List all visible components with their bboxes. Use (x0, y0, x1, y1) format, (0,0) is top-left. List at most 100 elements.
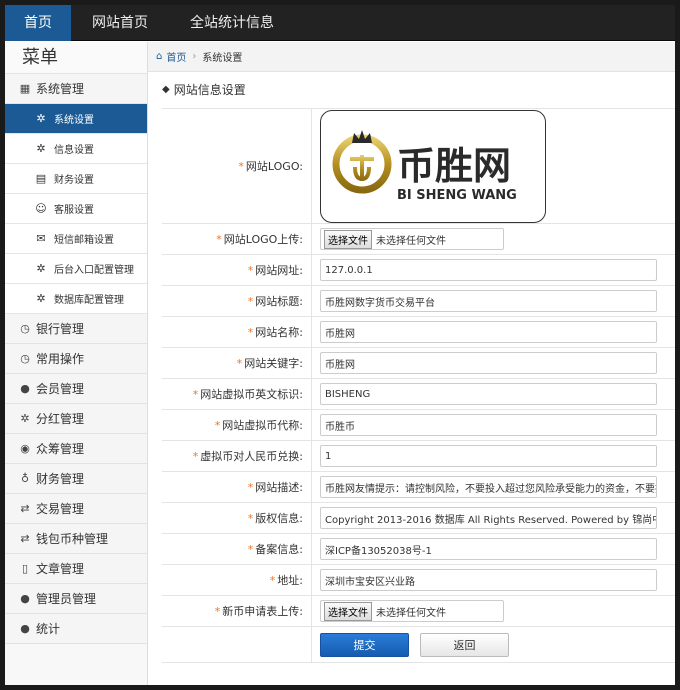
sidebar-group-label: 钱包币种管理 (36, 531, 109, 546)
address-input[interactable]: 深圳市宝安区兴业路 (320, 569, 657, 591)
settings-icon: ▦ (19, 81, 31, 95)
back-button[interactable]: 返回 (420, 632, 509, 657)
gear-icon: ✲ (36, 292, 46, 305)
sidebar-group-admins[interactable]: ● 管理员管理 (5, 584, 147, 614)
home-icon: ⌂ (156, 51, 163, 62)
form-label: * 网站网址: (162, 255, 312, 285)
sidebar-group-label: 常用操作 (36, 351, 85, 366)
sidebar-group-label: 分红管理 (36, 411, 85, 426)
coin-alias-input[interactable]: 币胜币 (320, 414, 657, 436)
site-name-input[interactable]: 币胜网 (320, 321, 657, 343)
form-label: * 网站LOGO: (162, 109, 312, 223)
sidebar-item-sms-email-settings[interactable]: ✉ 短信邮箱设置 (5, 224, 147, 254)
user-icon: ● (20, 591, 30, 605)
form-label: * 网站标题: (162, 286, 312, 316)
form-label: * 网站描述: (162, 472, 312, 502)
description-input[interactable]: 币胜网友情提示：请控制风险，不要投入超过您风险承受能力的资金，不要投资您所 (320, 476, 657, 498)
breadcrumb-home-link[interactable]: 首页 (166, 49, 186, 64)
sidebar-group-label: 文章管理 (36, 561, 85, 576)
submit-button[interactable]: 提交 (320, 632, 409, 657)
settings-form: * 网站LOGO: 币胜网 BI SHENG WANG * 网站LOGO上传: … (162, 108, 675, 663)
section-title: ◆ 网站信息设置 (148, 72, 675, 106)
form-label-empty (162, 627, 312, 662)
sidebar-group-label: 管理员管理 (36, 591, 97, 606)
form-label: * 备案信息: (162, 534, 312, 564)
gear-icon: ✲ (20, 411, 30, 425)
sidebar-group-dividend[interactable]: ✲ 分红管理 (5, 404, 147, 434)
form-label: * 网站LOGO上传: (162, 224, 312, 254)
sidebar-group-articles[interactable]: ▯ 文章管理 (5, 554, 147, 584)
sidebar-item-finance-settings[interactable]: ▤ 财务设置 (5, 164, 147, 194)
form-row-coin-symbol: * 网站虚拟币英文标识: BISHENG (162, 379, 675, 410)
main-content: ⌂ 首页 › 系统设置 ◆ 网站信息设置 * 网站LOGO: 币胜网 BI SH… (148, 42, 675, 685)
clock-icon: ◷ (20, 351, 30, 365)
choose-file-button[interactable]: 选择文件 (324, 601, 372, 621)
sidebar-group-label: 交易管理 (36, 501, 85, 516)
form-row-copyright: * 版权信息: Copyright 2013-2016 数据库 All Right… (162, 503, 675, 534)
sidebar-group-stats[interactable]: ● 统计 (5, 614, 147, 644)
section-title-text: 网站信息设置 (173, 82, 246, 97)
sidebar-group-finance[interactable]: ♁ 财务管理 (5, 464, 147, 494)
tag-icon: ◆ (162, 83, 170, 95)
form-label: * 版权信息: (162, 503, 312, 533)
form-row-keywords: * 网站关键字: 币胜网 (162, 348, 675, 379)
envelope-icon: ✉ (36, 232, 46, 245)
gear-icon: ✲ (36, 112, 46, 125)
table-icon: ▤ (35, 172, 47, 185)
sidebar-item-backend-entry[interactable]: ✲ 后台入口配置管理 (5, 254, 147, 284)
gear-icon: ✲ (36, 262, 46, 275)
sidebar-item-system-settings[interactable]: ✲ 系统设置 (5, 104, 147, 134)
sidebar-title: 菜单 (5, 42, 147, 74)
form-label: * 新币申请表上传: (162, 596, 312, 626)
moneybag-icon: ♁ (20, 471, 30, 485)
newcoin-file-input[interactable]: 选择文件 未选择任何文件 (320, 600, 504, 622)
sidebar-group-label: 统计 (36, 621, 61, 636)
form-row-logo-upload: * 网站LOGO上传: 选择文件 未选择任何文件 (162, 224, 675, 255)
sidebar-group-bank[interactable]: ◷ 银行管理 (5, 314, 147, 344)
sidebar-group-label: 财务管理 (36, 471, 85, 486)
sidebar-group-crowdfunding[interactable]: ◉ 众筹管理 (5, 434, 147, 464)
group-icon: ◉ (20, 441, 30, 455)
site-title-input[interactable]: 币胜网数字货币交易平台 (320, 290, 657, 312)
coin-symbol-input[interactable]: BISHENG (320, 383, 657, 405)
keywords-input[interactable]: 币胜网 (320, 352, 657, 374)
form-row-coin-alias: * 网站虚拟币代称: 币胜币 (162, 410, 675, 441)
sidebar-item-label: 短信邮箱设置 (54, 235, 114, 246)
form-label: * 网站虚拟币代称: (162, 410, 312, 440)
sidebar-group-wallet[interactable]: ⇄ 钱包币种管理 (5, 524, 147, 554)
site-url-input[interactable]: 127.0.0.1 (320, 259, 657, 281)
form-label: * 网站关键字: (162, 348, 312, 378)
exchange-rate-input[interactable]: 1 (320, 445, 657, 467)
choose-file-button[interactable]: 选择文件 (324, 229, 372, 249)
sidebar-item-database-config[interactable]: ✲ 数据库配置管理 (5, 284, 147, 314)
form-row-site-url: * 网站网址: 127.0.0.1 (162, 255, 675, 286)
logo-graphic: 币胜网 BI SHENG WANG (332, 129, 517, 203)
sidebar-group-members[interactable]: ● 会员管理 (5, 374, 147, 404)
sidebar-item-info-settings[interactable]: ✲ 信息设置 (5, 134, 147, 164)
svg-text:币胜网: 币胜网 (397, 144, 511, 188)
person-icon: ☺ (35, 202, 47, 215)
form-label: * 虚拟币对人民币兑换: (162, 441, 312, 471)
sidebar-group-label: 银行管理 (36, 321, 85, 336)
copyright-input[interactable]: Copyright 2013-2016 数据库 All Rights Reser… (320, 507, 657, 529)
sidebar-group-trading[interactable]: ⇄ 交易管理 (5, 494, 147, 524)
exchange-icon: ⇄ (20, 531, 30, 545)
form-row-description: * 网站描述: 币胜网友情提示：请控制风险，不要投入超过您风险承受能力的资金，不要… (162, 472, 675, 503)
nav-home[interactable]: 首页 (5, 5, 71, 41)
nav-site-home[interactable]: 网站首页 (71, 5, 169, 41)
logo-file-input[interactable]: 选择文件 未选择任何文件 (320, 228, 504, 250)
sidebar-group-system[interactable]: ▦ 系统管理 (5, 74, 147, 104)
sidebar-group-common[interactable]: ◷ 常用操作 (5, 344, 147, 374)
breadcrumb-separator: › (192, 51, 197, 62)
form-row-icp: * 备案信息: 深ICP备13052038号-1 (162, 534, 675, 565)
form-label: * 网站虚拟币英文标识: (162, 379, 312, 409)
sidebar-item-label: 客服设置 (54, 205, 94, 216)
icp-input[interactable]: 深ICP备13052038号-1 (320, 538, 657, 560)
top-navbar: 首页 网站首页 全站统计信息 (5, 5, 675, 41)
nav-site-stats[interactable]: 全站统计信息 (169, 5, 295, 41)
document-icon: ▯ (21, 561, 29, 575)
sidebar-item-service-settings[interactable]: ☺ 客服设置 (5, 194, 147, 224)
user-icon: ● (20, 381, 30, 395)
file-status: 未选择任何文件 (376, 607, 446, 619)
sidebar-item-label: 数据库配置管理 (54, 295, 124, 306)
